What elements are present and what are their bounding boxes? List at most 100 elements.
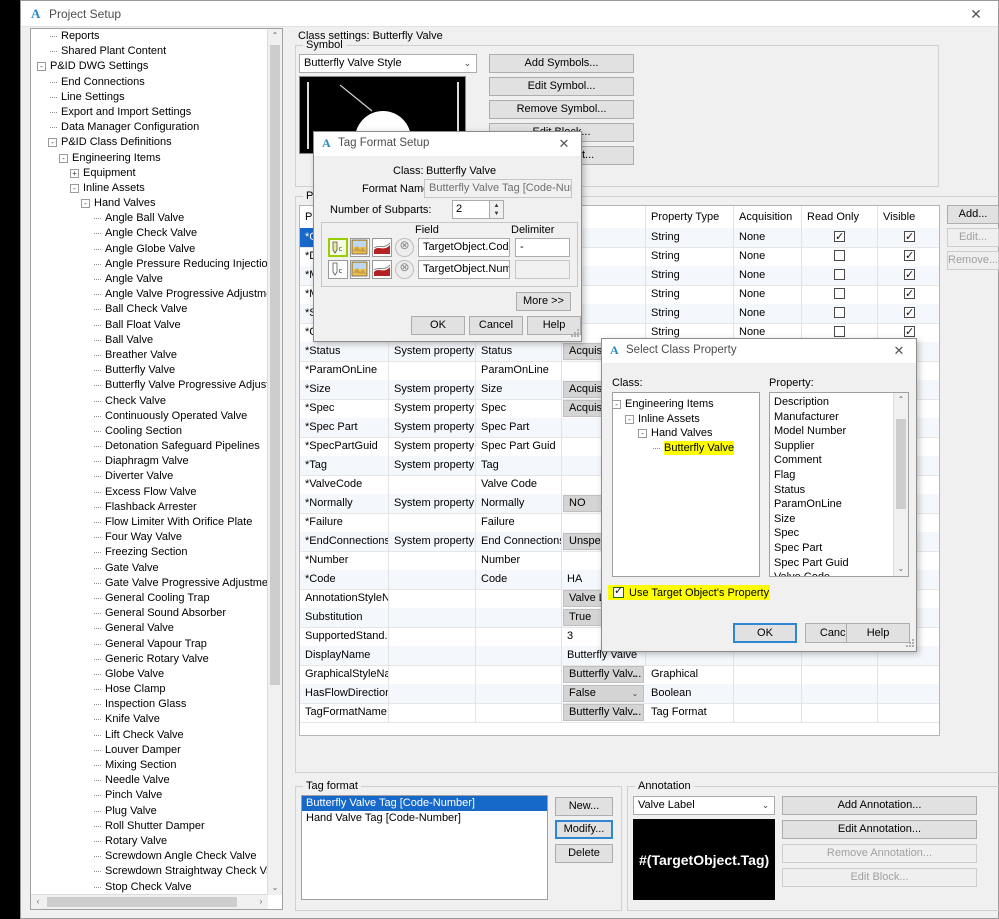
tree-item[interactable]: Reports (31, 29, 268, 44)
chevron-down-icon[interactable]: ⌄ (459, 55, 476, 72)
table-cell[interactable] (476, 608, 562, 627)
tree-item[interactable]: Angle Check Valve (31, 226, 268, 241)
tfd-row1-static-text-icon[interactable] (350, 238, 370, 257)
tfd-resize-grip[interactable] (569, 329, 579, 339)
tree-hscroll-thumb[interactable] (47, 897, 237, 907)
table-cell[interactable]: System property ... (389, 437, 476, 456)
visible-checkbox[interactable] (904, 323, 915, 342)
tree-item[interactable]: General Cooling Trap (31, 591, 268, 606)
tree-item[interactable]: Angle Valve Progressive Adjustment Ch (31, 287, 268, 302)
table-cell[interactable]: Normally (476, 494, 562, 513)
table-cell[interactable] (389, 608, 476, 627)
table-cell[interactable]: TagFormatName (300, 703, 389, 722)
table-cell[interactable] (802, 228, 878, 247)
symbol-style-combo[interactable]: Butterfly Valve Style ⌄ (299, 54, 477, 73)
table-cell[interactable]: GraphicalStyleNa... (300, 665, 389, 684)
table-cell[interactable]: Tag (476, 456, 562, 475)
table-cell[interactable]: *Number (300, 551, 389, 570)
tree-item[interactable]: Screwdown Straightway Check Valve (31, 864, 268, 879)
table-cell[interactable]: AnnotationStyleN... (300, 589, 389, 608)
tree-item[interactable]: Mixing Section (31, 758, 268, 773)
new-tag-format-button[interactable]: New... (555, 797, 613, 816)
tree-scroll-down-icon[interactable]: ⌄ (268, 881, 282, 895)
scp-property-list[interactable]: Description Manufacturer Model Number Suppl… (769, 392, 909, 577)
tree-collapse-icon[interactable]: - (625, 414, 634, 424)
table-cell[interactable]: Spec Part (476, 418, 562, 437)
tree-item[interactable]: Screwdown Angle Check Valve (31, 849, 268, 864)
tree-item[interactable]: Angle Valve (31, 272, 268, 287)
add-annotation-button[interactable]: Add Annotation... (782, 796, 977, 815)
table-cell[interactable]: *Tag (300, 456, 389, 475)
table-cell[interactable]: Tag Format (646, 703, 734, 722)
table-cell[interactable] (802, 684, 878, 703)
tree-item[interactable]: Lift Check Valve (31, 728, 268, 743)
table-cell[interactable] (476, 589, 562, 608)
grid-column-header[interactable]: Read Only (802, 206, 878, 228)
tfd-subparts-stepper[interactable]: ▲ ▼ (490, 200, 504, 219)
table-cell[interactable] (389, 646, 476, 665)
table-cell[interactable] (734, 665, 802, 684)
table-cell[interactable]: Code (476, 570, 562, 589)
tfd-row1-delimiter-input[interactable]: - (515, 238, 570, 257)
tree-item[interactable]: Inspection Glass (31, 697, 268, 712)
tree-item[interactable]: Excess Flow Valve (31, 485, 268, 500)
read-only-checkbox[interactable] (834, 307, 845, 318)
table-cell[interactable] (802, 247, 878, 266)
tree-item[interactable]: Hose Clamp (31, 682, 268, 697)
tree-item[interactable]: Generic Rotary Valve (31, 652, 268, 667)
table-cell[interactable] (878, 304, 939, 323)
tree-item[interactable]: Butterfly Valve Progressive Adjustment (31, 378, 268, 393)
close-icon[interactable]: ✕ (553, 135, 575, 152)
scp-property-item[interactable]: Spec Part Guid (770, 556, 894, 571)
table-cell[interactable] (878, 266, 939, 285)
tfd-row2-remove-icon[interactable] (395, 260, 414, 279)
tree-item[interactable]: - Engineering Items (31, 151, 268, 166)
chevron-down-icon[interactable]: ⌄ (628, 705, 642, 720)
table-cell[interactable] (878, 247, 939, 266)
table-cell[interactable] (802, 285, 878, 304)
scp-property-item[interactable]: Spec Part (770, 541, 894, 556)
table-cell[interactable] (802, 665, 878, 684)
scp-property-item[interactable]: Spec (770, 526, 894, 541)
use-target-object-property-checkbox[interactable] (613, 584, 624, 598)
table-cell[interactable] (802, 703, 878, 722)
table-row[interactable]: TagFormatName Butterfly Valv... ⌄ Tag Forma… (300, 703, 939, 723)
table-cell[interactable]: Boolean (646, 684, 734, 703)
tree-item[interactable]: - Hand Valves (31, 196, 268, 211)
table-cell[interactable] (389, 665, 476, 684)
table-cell[interactable] (389, 589, 476, 608)
table-cell[interactable] (476, 627, 562, 646)
tree-expand-icon[interactable]: + (70, 168, 79, 178)
tree-item[interactable]: General Valve (31, 621, 268, 636)
table-cell[interactable]: *Normally (300, 494, 389, 513)
grid-column-header[interactable]: Visible (878, 206, 939, 228)
tfd-row2-counter-icon[interactable] (372, 260, 392, 279)
scp-scroll-up-icon[interactable]: ⌃ (894, 393, 908, 407)
table-cell[interactable]: *ParamOnLine (300, 361, 389, 380)
table-cell[interactable]: None (734, 304, 802, 323)
tree-item[interactable]: End Connections (31, 75, 268, 90)
table-cell[interactable] (878, 703, 939, 722)
tree-item[interactable]: Breather Valve (31, 348, 268, 363)
tree-item[interactable]: Stop Check Valve (31, 880, 268, 895)
table-cell[interactable]: Size (476, 380, 562, 399)
scp-property-item[interactable]: Status (770, 483, 894, 498)
tree-item[interactable]: Globe Valve (31, 667, 268, 682)
table-cell[interactable]: *Failure (300, 513, 389, 532)
scp-scroll-down-icon[interactable]: ⌄ (894, 562, 908, 576)
table-cell[interactable]: *Code (300, 570, 389, 589)
chevron-down-icon[interactable]: ⌄ (628, 667, 642, 682)
read-only-checkbox[interactable] (834, 269, 845, 280)
tree-item[interactable]: Louver Damper (31, 743, 268, 758)
tfd-cancel-button[interactable]: Cancel (469, 316, 523, 335)
table-cell[interactable]: *EndConnections (300, 532, 389, 551)
table-cell[interactable]: System property ... (389, 380, 476, 399)
visible-checkbox[interactable] (904, 285, 915, 304)
list-item[interactable]: Butterfly Valve Tag [Code-Number] (302, 796, 547, 811)
scp-property-item[interactable]: Comment (770, 453, 894, 468)
table-cell[interactable] (389, 684, 476, 703)
scp-property-scrollbar[interactable]: ⌃ ⌄ (893, 393, 908, 576)
table-cell[interactable]: Substitution (300, 608, 389, 627)
tree-item[interactable]: General Sound Absorber (31, 606, 268, 621)
stepper-down-icon[interactable]: ▼ (490, 210, 503, 218)
